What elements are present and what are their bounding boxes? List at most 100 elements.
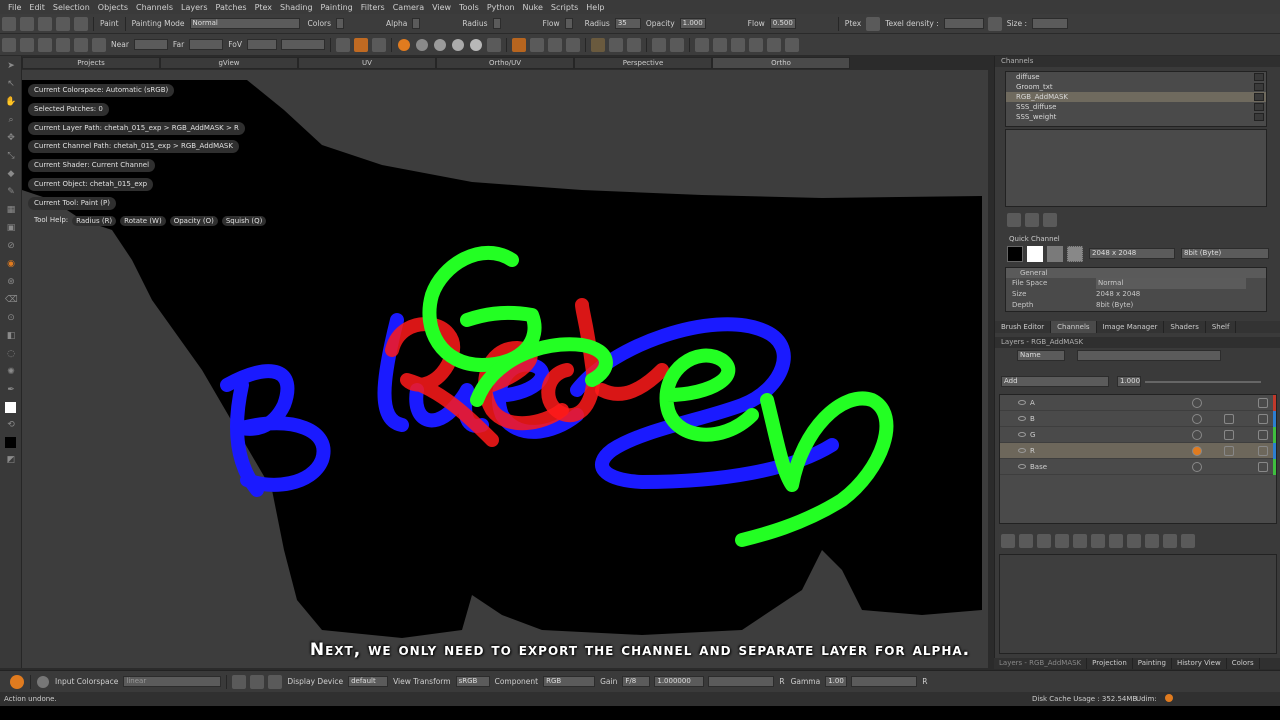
target-icon[interactable] bbox=[767, 37, 781, 52]
move-tool-icon[interactable]: ✥ bbox=[5, 132, 17, 144]
tab-shelf[interactable]: Shelf bbox=[1206, 321, 1237, 333]
size-dropdown[interactable] bbox=[1032, 18, 1068, 29]
gain-reset-button[interactable]: R bbox=[779, 677, 784, 686]
play-icon[interactable] bbox=[74, 37, 88, 52]
layer-row[interactable]: Base bbox=[1000, 459, 1276, 475]
blend-mode-icon[interactable] bbox=[1192, 462, 1202, 472]
undo-icon[interactable] bbox=[695, 37, 709, 52]
menu-item-filters[interactable]: Filters bbox=[357, 3, 389, 12]
pointer-icon[interactable]: ↖ bbox=[5, 78, 17, 90]
open-file-icon[interactable] bbox=[20, 16, 34, 31]
swap-colors-icon[interactable]: ⟲ bbox=[5, 419, 17, 431]
gamma-input[interactable]: 1.00 bbox=[825, 676, 848, 687]
flat-orb-icon[interactable] bbox=[416, 38, 428, 51]
layer-filter-dropdown[interactable]: Name bbox=[1017, 350, 1065, 361]
save-file-icon[interactable] bbox=[38, 16, 52, 31]
grid-view-icon[interactable] bbox=[38, 37, 52, 52]
lut-icon[interactable] bbox=[232, 674, 247, 689]
menu-item-layers[interactable]: Layers bbox=[177, 3, 211, 12]
opacity-input[interactable]: 1.000 bbox=[679, 18, 706, 29]
input-colorspace-icon[interactable] bbox=[37, 675, 49, 688]
menu-item-shading[interactable]: Shading bbox=[276, 3, 317, 12]
tab-gview[interactable]: gView bbox=[160, 57, 298, 69]
mask-icon[interactable] bbox=[1224, 430, 1234, 440]
quick-channel-white-swatch[interactable] bbox=[1027, 246, 1043, 262]
paint-buffer-icon[interactable] bbox=[512, 37, 526, 52]
eye-icon[interactable] bbox=[1018, 400, 1026, 405]
input-colorspace-dropdown[interactable]: linear bbox=[123, 676, 222, 687]
eye-icon[interactable] bbox=[1018, 464, 1026, 469]
mask-icon[interactable] bbox=[1224, 414, 1234, 424]
tab-image-manager[interactable]: Image Manager bbox=[1097, 321, 1165, 333]
gradient-icon[interactable]: ◧ bbox=[5, 330, 17, 342]
clone-icon[interactable]: ⊙ bbox=[5, 312, 17, 324]
lock-icon[interactable] bbox=[1258, 430, 1268, 440]
tab-projects[interactable]: Projects bbox=[22, 57, 160, 69]
bottom-tab-painting[interactable]: Painting bbox=[1133, 658, 1172, 669]
texel-density-input[interactable] bbox=[943, 18, 984, 29]
alpha-checkbox[interactable] bbox=[412, 18, 421, 29]
flow-input[interactable]: 0.500 bbox=[769, 18, 796, 29]
layer-row[interactable]: R bbox=[1000, 443, 1276, 459]
layer-options-icon[interactable] bbox=[1181, 534, 1195, 548]
menu-item-edit[interactable]: Edit bbox=[25, 3, 49, 12]
menu-item-view[interactable]: View bbox=[428, 3, 455, 12]
eye-icon[interactable] bbox=[1018, 432, 1026, 437]
blend-mode-dropdown[interactable]: Add bbox=[1001, 376, 1109, 387]
tab-channels[interactable]: Channels bbox=[1051, 321, 1097, 333]
menu-item-help[interactable]: Help bbox=[582, 3, 608, 12]
quick-channel-checker-swatch[interactable] bbox=[1067, 246, 1083, 262]
grid-icon[interactable] bbox=[987, 16, 1002, 31]
channel-size-dropdown[interactable]: 2048 x 2048 bbox=[1089, 248, 1175, 259]
layer-opacity-slider[interactable] bbox=[1145, 381, 1261, 383]
tab-ortho-uv[interactable]: Ortho/UV bbox=[436, 57, 574, 69]
lock-icon[interactable] bbox=[1258, 462, 1268, 472]
menu-item-python[interactable]: Python bbox=[483, 3, 519, 12]
quick-channel-grey-swatch[interactable] bbox=[1047, 246, 1063, 262]
blend-mode-icon[interactable] bbox=[1192, 398, 1202, 408]
add-adjustment-icon[interactable] bbox=[1019, 534, 1033, 548]
channel-visibility-icon[interactable] bbox=[1254, 73, 1264, 81]
menu-item-tools[interactable]: Tools bbox=[455, 3, 483, 12]
channel-item[interactable]: diffuse bbox=[1006, 72, 1266, 82]
channel-visibility-icon[interactable] bbox=[1254, 103, 1264, 111]
eye-icon[interactable] bbox=[1018, 448, 1026, 453]
property-value[interactable]: Normal bbox=[1096, 278, 1246, 289]
menu-item-file[interactable]: File bbox=[4, 3, 25, 12]
default-colors-icon[interactable]: ◩ bbox=[5, 454, 17, 466]
layer-up-icon[interactable] bbox=[1127, 534, 1141, 548]
tab-uv[interactable]: UV bbox=[298, 57, 436, 69]
menu-item-channels[interactable]: Channels bbox=[132, 3, 177, 12]
channel-visibility-icon[interactable] bbox=[1254, 83, 1264, 91]
add-group-icon[interactable] bbox=[1037, 534, 1051, 548]
diffuse-orb-icon[interactable] bbox=[434, 38, 446, 51]
smear-tool-icon[interactable]: ⊛ bbox=[5, 276, 17, 288]
frame-icon[interactable] bbox=[2, 37, 16, 52]
painting-mode-dropdown[interactable]: Normal bbox=[189, 18, 300, 29]
flatten-layer-icon[interactable] bbox=[1109, 534, 1123, 548]
gain-slider[interactable] bbox=[708, 676, 775, 687]
bottom-tab-projection[interactable]: Projection bbox=[1087, 658, 1133, 669]
shader-icon[interactable] bbox=[336, 37, 350, 52]
mask-icon[interactable] bbox=[1224, 446, 1234, 456]
brush-icon[interactable] bbox=[92, 37, 106, 52]
menu-item-scripts[interactable]: Scripts bbox=[547, 3, 582, 12]
brush-tool-icon[interactable]: ✎ bbox=[5, 186, 17, 198]
select-arrow-icon[interactable]: ➤ bbox=[5, 60, 17, 72]
gain-value-input[interactable]: 1.000000 bbox=[654, 676, 705, 687]
menu-item-selection[interactable]: Selection bbox=[49, 3, 94, 12]
fill-tool-icon[interactable]: ▣ bbox=[5, 222, 17, 234]
fov-slider[interactable] bbox=[281, 39, 325, 50]
eye-icon[interactable] bbox=[1018, 416, 1026, 421]
layer-row[interactable]: B bbox=[1000, 411, 1276, 427]
full-orb-icon[interactable] bbox=[470, 38, 482, 51]
quick-channel-black-swatch[interactable] bbox=[1007, 246, 1023, 262]
eraser-icon[interactable]: ⌫ bbox=[5, 294, 18, 306]
eyedropper-icon[interactable]: ⊘ bbox=[5, 240, 17, 252]
lock-icon[interactable] bbox=[1258, 446, 1268, 456]
channel-depth-dropdown[interactable]: 8bit (Byte) bbox=[1181, 248, 1269, 259]
delete-layer-icon[interactable] bbox=[1163, 534, 1177, 548]
channel-item[interactable]: SSS_diffuse bbox=[1006, 102, 1266, 112]
pen-icon[interactable]: ✒ bbox=[5, 384, 17, 396]
menu-item-patches[interactable]: Patches bbox=[212, 3, 251, 12]
